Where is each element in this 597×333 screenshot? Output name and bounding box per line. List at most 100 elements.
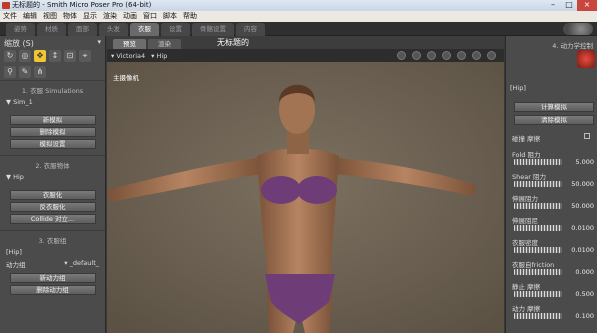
document-viewport[interactable]: 预览 渲染 无标题的 ▾ Victoria4 ▾ Hip 主摄像机 [107, 36, 504, 333]
param-dial[interactable] [514, 203, 562, 209]
document-title: 无标题的 [217, 38, 249, 47]
param-static-friction[interactable]: 静止 摩擦 0.500 [510, 281, 596, 301]
menu-animation[interactable]: 动画 [122, 11, 142, 22]
scale-icon[interactable]: ⊡ [64, 50, 76, 62]
translate-in-out-icon[interactable]: ↕ [49, 50, 61, 62]
figure-value: Victoria4 [116, 51, 146, 60]
figure-scene[interactable] [107, 62, 504, 333]
twist-icon[interactable]: ◎ [19, 50, 31, 62]
param-value[interactable]: 0.0100 [571, 246, 594, 254]
translate-icon[interactable]: ✥ [34, 50, 46, 62]
tab-face[interactable]: 面部 [68, 23, 97, 36]
display-style-icon[interactable] [397, 51, 406, 60]
poser-swirl-icon [577, 50, 595, 68]
clear-simulation-button[interactable]: 清除模拟 [514, 115, 594, 125]
menu-edit[interactable]: 编辑 [22, 11, 42, 22]
tab-hair[interactable]: 头发 [99, 23, 128, 36]
menu-help[interactable]: 帮助 [182, 11, 202, 22]
close-icon[interactable]: × [577, 0, 597, 11]
chain-break-icon[interactable]: ⚲ [4, 65, 16, 78]
title-bar: 无标题的 - Smith Micro Poser Pro (64-bit) – … [0, 0, 597, 11]
param-dial[interactable] [514, 291, 562, 297]
tool-title: 缩放 (S) [4, 39, 34, 48]
direct-manipulation-icon[interactable]: ⋔ [34, 65, 46, 78]
display-style-icon[interactable] [472, 51, 481, 60]
menu-file[interactable]: 文件 [2, 11, 22, 22]
cloth-object-select[interactable]: ▼ Hip [0, 172, 105, 182]
param-fold-resistance[interactable]: Fold 阻力 5.000 [510, 149, 596, 169]
menu-display[interactable]: 显示 [82, 11, 102, 22]
dynamic-group-select[interactable]: ▾ _default_ [64, 259, 99, 269]
tab-render[interactable]: 渲染 [148, 39, 181, 49]
param-value[interactable]: 0.0100 [571, 224, 594, 232]
display-style-icon[interactable] [427, 51, 436, 60]
display-style-icon[interactable] [457, 51, 466, 60]
collision-friction-checkbox[interactable]: 碰撞 摩擦 [512, 133, 596, 143]
param-value[interactable]: 5.000 [575, 158, 594, 166]
taper-icon[interactable]: ⌖ [79, 50, 91, 62]
param-value[interactable]: 50.000 [571, 202, 594, 210]
new-dynamic-group-button[interactable]: 新动力组 [9, 273, 96, 283]
display-style-controls [397, 51, 496, 60]
display-style-icon[interactable] [487, 51, 496, 60]
param-stretch-resistance[interactable]: 伸展阻力 50.000 [510, 193, 596, 213]
param-cloth-self-friction[interactable]: 衣服自friction 0.000 [510, 259, 596, 279]
param-value[interactable]: 0.100 [575, 312, 594, 320]
display-style-icon[interactable] [442, 51, 451, 60]
tab-pose[interactable]: 姿势 [6, 23, 35, 36]
cloth-object-value: Hip [13, 173, 24, 181]
param-dial[interactable] [514, 269, 562, 275]
cloth-group-label: [Hip] [6, 248, 22, 256]
viewport-toolbar: ▾ Victoria4 ▾ Hip [107, 49, 504, 62]
room-tabs: 姿势 材质 面部 头发 衣服 设置 骨骼设置 内容 [0, 22, 597, 36]
param-dial[interactable] [514, 225, 562, 231]
param-stretch-damping[interactable]: 伸展阻尼 0.0100 [510, 215, 596, 235]
dynamic-group-value: _default_ [69, 259, 99, 267]
param-dial[interactable] [514, 247, 562, 253]
panel-menu-icon[interactable]: ▾ [97, 38, 101, 46]
param-value[interactable]: 0.000 [575, 268, 594, 276]
viewport-tabs: 预览 渲染 [107, 36, 504, 49]
simulation-select[interactable]: ▼ Sim_1 [0, 97, 105, 107]
tab-material[interactable]: 材质 [37, 23, 66, 36]
menu-view[interactable]: 视图 [42, 11, 62, 22]
camera-label: 主摄像机 [113, 74, 139, 82]
param-value[interactable]: 50.000 [571, 180, 594, 188]
param-dial[interactable] [514, 313, 562, 319]
figure-bra-left [261, 176, 301, 204]
minimize-icon[interactable]: – [545, 0, 561, 11]
simulation-settings-button[interactable]: 模拟设置 [9, 139, 96, 149]
unclothify-button[interactable]: 反衣服化 [9, 202, 96, 212]
param-dial[interactable] [514, 159, 562, 165]
delete-simulation-button[interactable]: 删除模拟 [9, 127, 96, 137]
menu-scripts[interactable]: 脚本 [162, 11, 182, 22]
calculate-simulation-button[interactable]: 计算模拟 [514, 102, 594, 112]
collide-against-button[interactable]: Collide 对立... [9, 214, 96, 224]
tab-preview[interactable]: 预览 [113, 39, 146, 49]
menu-render[interactable]: 渲染 [102, 11, 122, 22]
color-icon[interactable]: ✎ [19, 65, 31, 78]
display-style-icon[interactable] [412, 51, 421, 60]
menu-object[interactable]: 物体 [62, 11, 82, 22]
maximize-icon[interactable]: □ [561, 0, 577, 11]
figure-select[interactable]: ▾ Victoria4 [111, 52, 145, 60]
param-shear-resistance[interactable]: Shear 阻力 50.000 [510, 171, 596, 191]
actor-select[interactable]: ▾ Hip [151, 52, 167, 60]
rotate-icon[interactable]: ↻ [4, 50, 16, 62]
menu-window[interactable]: 窗口 [142, 11, 162, 22]
tab-content[interactable]: 内容 [236, 23, 265, 36]
param-value[interactable]: 0.500 [575, 290, 594, 298]
new-simulation-button[interactable]: 新模拟 [9, 115, 96, 125]
poser-logo [563, 23, 593, 35]
param-cloth-density[interactable]: 衣服密度 0.0100 [510, 237, 596, 257]
param-dynamic-friction[interactable]: 动力 摩擦 0.100 [510, 303, 596, 323]
delete-dynamic-group-button[interactable]: 删除动力组 [9, 285, 96, 295]
tab-rigging[interactable]: 骨骼设置 [192, 23, 234, 36]
tab-setup[interactable]: 设置 [161, 23, 190, 36]
tab-cloth[interactable]: 衣服 [130, 23, 159, 36]
param-dial[interactable] [514, 181, 562, 187]
checkbox-icon[interactable] [584, 133, 590, 139]
tool-header: 缩放 (S) ▾ [0, 36, 105, 48]
clothify-button[interactable]: 衣服化 [9, 190, 96, 200]
dynamic-group-row[interactable]: 动力组 ▾ _default_ [0, 257, 105, 271]
